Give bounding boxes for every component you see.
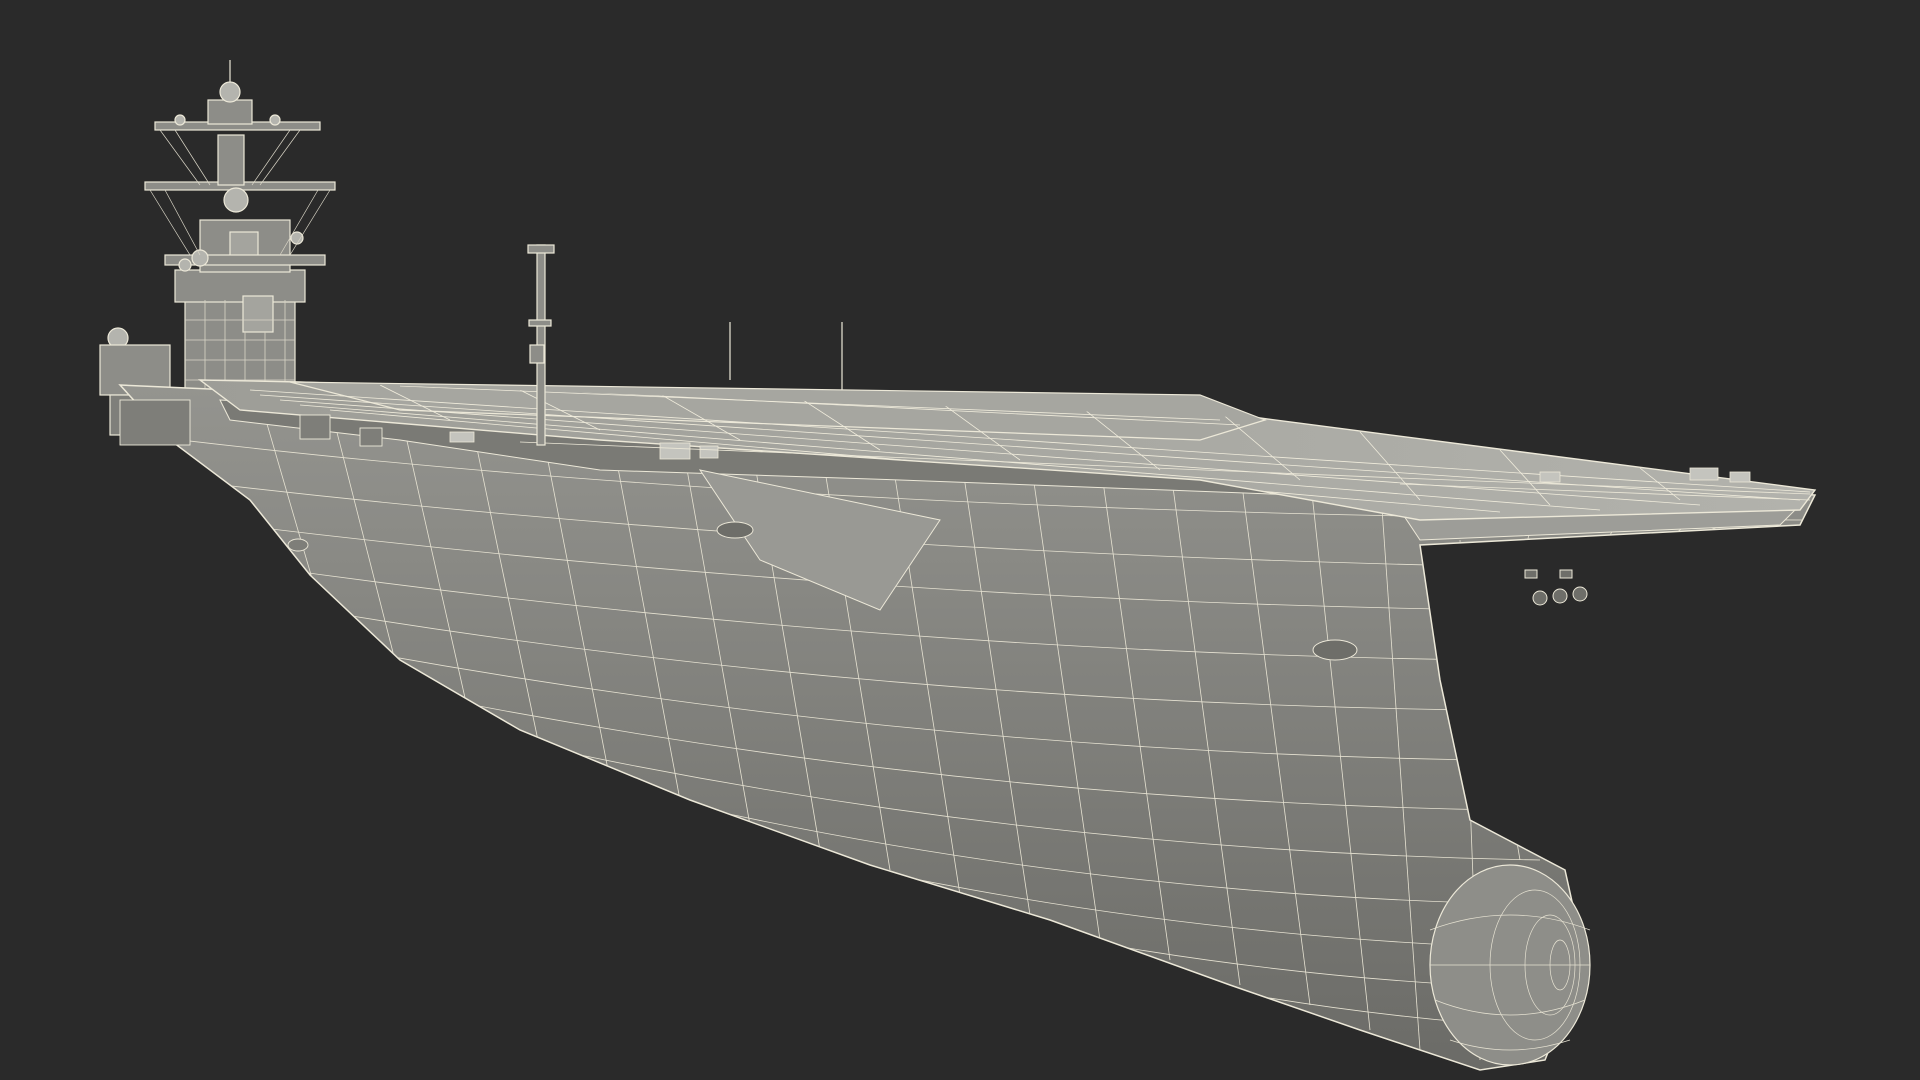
hull-fitting [716, 521, 754, 539]
island-superstructure [99, 60, 336, 436]
radar-dome-mid [223, 187, 249, 213]
hull-opening [1312, 639, 1358, 661]
forward-mast-box [529, 344, 545, 364]
forward-mast-top [527, 244, 555, 254]
radar-dome-left [191, 249, 209, 267]
radar-dome-top [219, 81, 241, 103]
radar-dome-small [178, 258, 192, 272]
sensor-dome-3 [290, 231, 304, 245]
forward-mast-yard [528, 319, 552, 327]
viewport [0, 0, 1920, 1080]
island-upper-block [174, 269, 306, 303]
aircraft-carrier-wireframe-render [99, 60, 1817, 1071]
island-window-panel [242, 295, 274, 333]
sensor-dome-1 [174, 114, 186, 126]
sensor-dome-2 [269, 114, 281, 126]
anchor-hawses [1524, 569, 1588, 606]
island-window-small [229, 231, 259, 259]
island-mast-top [207, 99, 253, 125]
island-mast [217, 134, 245, 186]
